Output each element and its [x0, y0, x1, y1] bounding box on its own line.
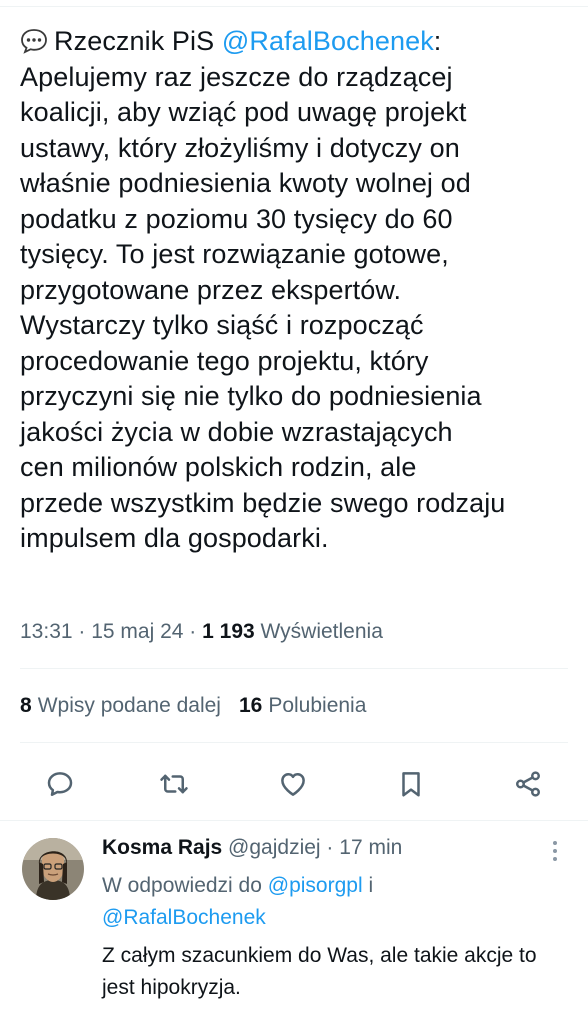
share-button[interactable] [508, 764, 548, 804]
tweet-line: podatku z poziomu 30 tysięcy do 60 [20, 203, 453, 234]
meta-separator: · [183, 620, 203, 643]
likes-label: Polubienia [268, 694, 367, 717]
reply-text: Z całym szacunkiem do Was, ale takie akc… [102, 944, 537, 999]
tweet-colon: : [433, 26, 442, 56]
divider [0, 820, 588, 821]
tweet-line: procedowanie tego projektu, który [20, 345, 429, 376]
reply-author-name[interactable]: Kosma Rajs [102, 836, 222, 859]
meta-separator: · [72, 620, 92, 643]
retweets-stat[interactable]: 8 Wpisy podane dalej [20, 694, 221, 717]
bookmark-button[interactable] [391, 764, 431, 804]
tweet-line: koalicji, aby wziąć pod uwagę projekt [20, 97, 467, 127]
likes-stat[interactable]: 16 Polubienia [239, 694, 366, 717]
share-icon [516, 771, 540, 797]
tweet-line: tysięcy. To jest rozwiązanie gotowe, [20, 239, 449, 269]
likes-count: 16 [238, 694, 263, 717]
tweet-text: Rzecznik PiS @RafalBochenek: Apelujemy r… [20, 24, 576, 557]
tweet-line: ustawy, który złożyliśmy i dotyczy on [20, 132, 460, 163]
more-dot [553, 857, 557, 861]
more-dot [553, 841, 557, 845]
divider [20, 668, 568, 669]
tweet-line: przygotowane przez ekspertów. [20, 274, 402, 305]
tweet-time[interactable]: 13:31 [20, 620, 73, 643]
avatar-photo [22, 838, 84, 900]
tweet-mention-link[interactable]: @RafalBochenek [222, 26, 434, 56]
tweet-line: Wystarczy tylko siąść i rozpocząć [20, 310, 424, 340]
reply-to-context: W odpowiedzi do @pisorgpl i @RafalBochen… [102, 870, 562, 934]
reply-header: Kosma Rajs @gajdziej · 17 min [102, 836, 402, 860]
reply-button[interactable] [40, 764, 80, 804]
retweet-button[interactable] [154, 764, 194, 804]
reply-author-handle[interactable]: @gajdziej [222, 836, 321, 859]
like-icon [281, 773, 305, 796]
reply-dot: · [320, 836, 340, 859]
like-button[interactable] [273, 764, 313, 804]
retweet-icon [160, 774, 188, 794]
reply-to-mention-1[interactable]: @pisorgpl [268, 874, 363, 897]
views-label: Wyświetlenia [254, 620, 383, 643]
reply-icon [47, 772, 73, 796]
tweet-line: przede wszystkim będzie swego rodzaju [20, 487, 506, 518]
tweet-meta: 13:31 · 15 maj 24 · 1 193 Wyświetlenia [20, 620, 383, 644]
tweet-line: właśnie podniesienia kwoty wolnej od [20, 168, 471, 198]
reply-time[interactable]: 17 min [339, 836, 402, 859]
views-count: 1 193 [202, 620, 255, 643]
reply-to-prefix: W odpowiedzi do [102, 874, 268, 897]
tweet-prefix: Rzecznik PiS [54, 26, 222, 56]
action-bar [0, 760, 588, 806]
engagement-stats: 8 Wpisy podane dalej 16 Polubienia [20, 694, 366, 718]
more-options-button[interactable] [543, 838, 567, 866]
retweets-label: Wpisy podane dalej [37, 694, 221, 717]
more-dot [553, 849, 557, 853]
tweet-date[interactable]: 15 maj 24 [91, 620, 183, 643]
bookmark-icon [402, 772, 420, 797]
retweets-count: 8 [20, 694, 32, 717]
tweet-line: jakości życia w dobie wzrastających [20, 416, 453, 447]
reply-to-mention-2[interactable]: @RafalBochenek [102, 906, 266, 929]
avatar[interactable] [22, 838, 84, 900]
speech-bubble-icon [21, 29, 47, 54]
tweet-line: przyczyni się nie tylko do podniesienia [20, 381, 482, 411]
reply-to-joiner: i [362, 874, 374, 897]
tweet-line: cen milionów polskich rodzin, ale [20, 452, 417, 482]
tweet-line: Apelujemy raz jeszcze do rządzącej [20, 61, 453, 92]
top-divider [0, 0, 588, 7]
divider [20, 742, 568, 743]
tweet-line: impulsem dla gospodarki. [20, 523, 329, 553]
